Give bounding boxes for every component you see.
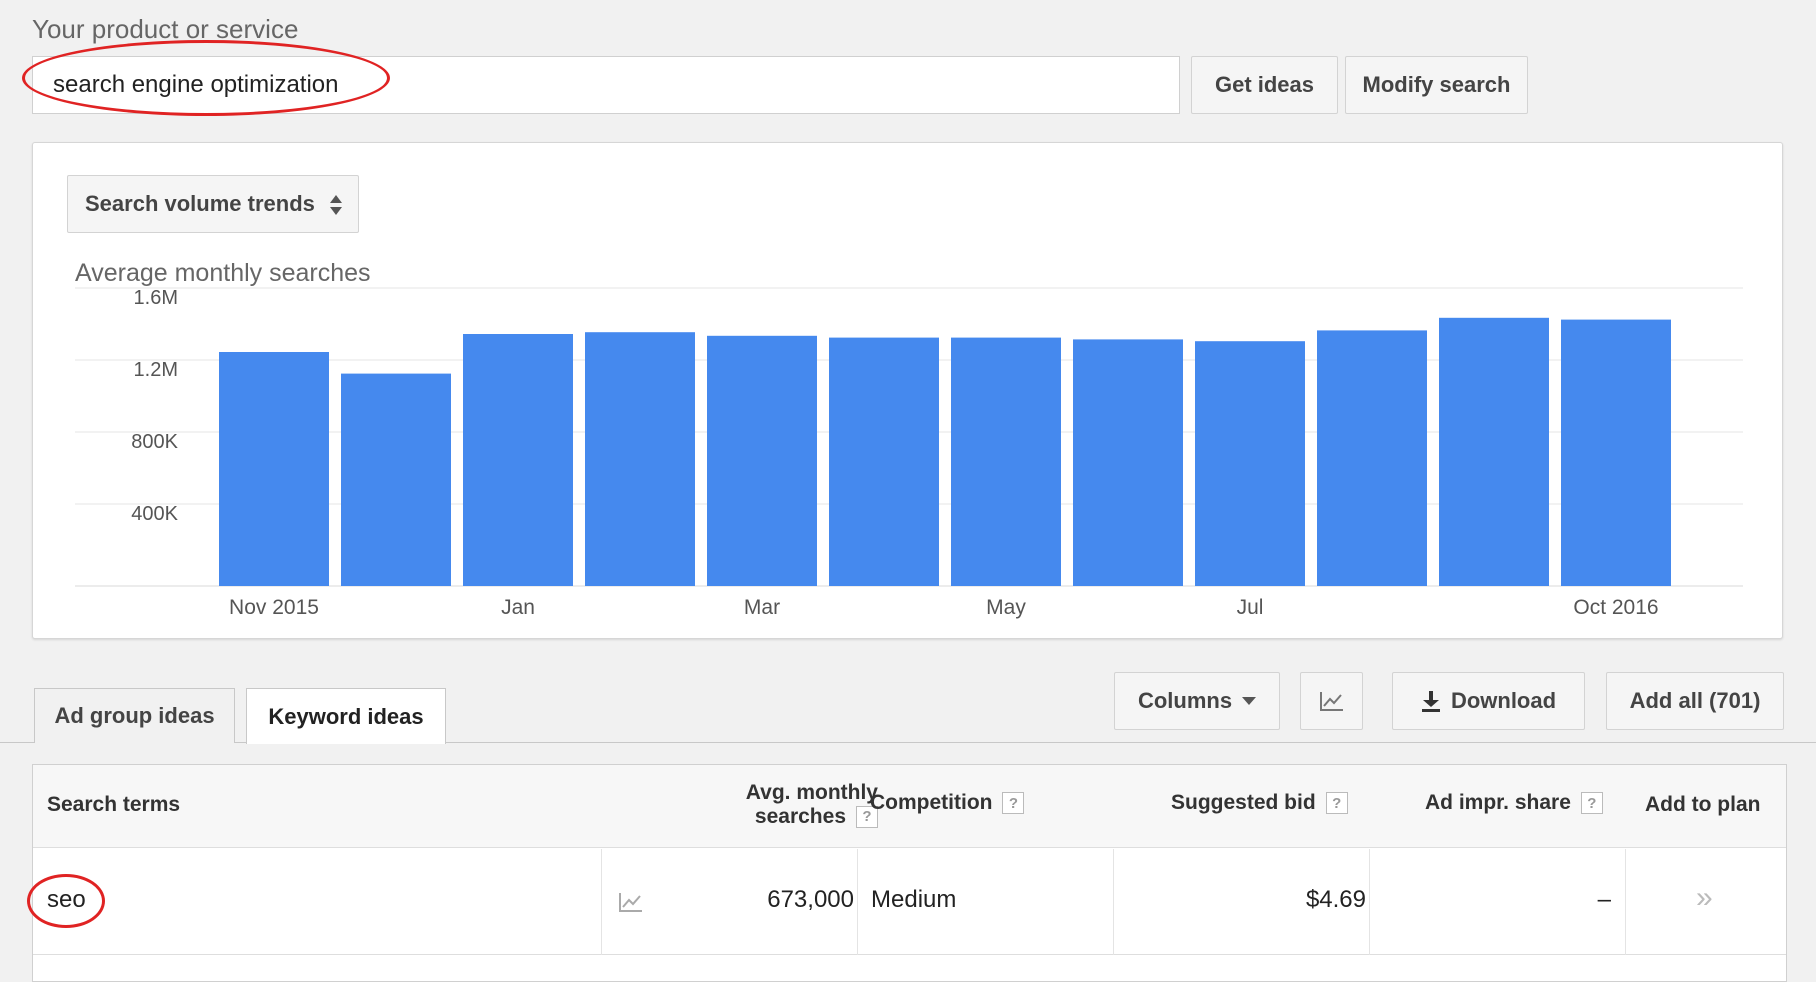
trend-chart-icon[interactable] [618,891,644,913]
header-suggested-bid-label: Suggested bid [1171,791,1316,814]
help-icon-suggested-bid[interactable]: ? [1325,792,1348,814]
keyword-ideas-table: Search terms Avg. monthly searches ? Com… [27,764,1787,982]
header-avg-monthly-searches[interactable]: Avg. monthly searches ? [673,781,878,829]
cell-divider [857,849,858,955]
bar [219,352,329,586]
x-tick-label: Jan [501,596,535,619]
header-ad-impr-share[interactable]: Ad impr. share ? [1425,791,1603,815]
header-search-terms[interactable]: Search terms [47,793,180,817]
avg-monthly-searches-value: 673,000 [767,886,854,913]
cell-divider [601,849,602,955]
caret-down-icon [1242,697,1257,705]
header-suggested-bid[interactable]: Suggested bid ? [1171,791,1348,815]
product-service-label: Your product or service [32,14,299,44]
y-tick-label: 1.2M [134,359,178,381]
help-icon-ad-impr-share[interactable]: ? [1580,792,1603,814]
bar [1439,317,1549,586]
header-ad-impr-share-label: Ad impr. share [1425,791,1571,814]
header-competition[interactable]: Competition ? [870,791,1025,815]
tab-keyword-ideas-label: Keyword ideas [268,703,424,729]
header-add-to-plan: Add to plan [1645,793,1760,817]
tab-ad-group-ideas[interactable]: Ad group ideas [34,688,235,743]
modify-search-button[interactable]: Modify search [1345,56,1528,114]
cell-divider [1369,849,1370,955]
header-search-terms-label: Search terms [47,793,181,816]
y-tick-label: 400K [131,503,178,525]
bar [1317,330,1427,586]
x-tick-label: Oct 2016 [1573,596,1658,619]
bar [1073,339,1183,586]
get-ideas-button[interactable]: Get ideas [1191,56,1338,114]
line-chart-icon [1319,692,1343,711]
y-tick-label: 1.6M [134,287,178,309]
product-search-input[interactable] [32,56,1180,114]
bar [585,332,695,586]
bar [463,334,573,586]
bar [707,335,817,586]
x-tick-label: Jul [1237,596,1264,619]
columns-button[interactable]: Columns [1114,672,1280,730]
table-row: seo 673,000 Medium $4.69 – » [27,849,1786,955]
x-tick-label: May [986,596,1026,619]
bar [341,373,451,586]
suggested-bid-value: $4.69 [1305,886,1366,913]
cell-divider [1625,849,1626,955]
y-tick-label: 800K [131,431,178,453]
tab-keyword-ideas[interactable]: Keyword ideas [246,688,446,744]
get-ideas-label: Get ideas [1214,72,1315,97]
tab-ad-group-ideas-label: Ad group ideas [54,703,215,728]
help-icon-competition[interactable]: ? [1002,792,1025,814]
header-avg-monthly-line2-wrap: searches ? [673,805,878,829]
table-header: Search terms Avg. monthly searches ? Com… [33,765,1786,848]
add-all-label: Add all (701) [1629,688,1761,713]
bar [829,337,939,586]
cell-divider [1113,849,1114,955]
bar [951,337,1061,586]
average-monthly-searches-chart: 400K 800K 1.2M 1.6M Nov 2015 Jan Mar May Jul Oct … [75,287,1743,619]
x-tick-label: Mar [744,596,780,619]
header-avg-monthly-line1: Avg. monthly [745,781,878,804]
header-competition-label: Competition [870,791,993,814]
add-all-button[interactable]: Add all (701) [1606,672,1784,730]
download-icon [1421,691,1440,712]
search-term-cell: seo [47,886,86,913]
download-label: Download [1450,688,1557,713]
header-avg-monthly-line2: searches [754,805,846,828]
bar [1561,319,1671,586]
add-to-plan-button[interactable]: » [1696,881,1713,915]
chart-toggle-button[interactable] [1300,672,1363,730]
competition-value: Medium [871,886,957,913]
x-tick-label: Nov 2015 [229,596,319,619]
download-button[interactable]: Download [1392,672,1585,730]
header-add-to-plan-label: Add to plan [1645,793,1761,816]
bar [1195,341,1305,586]
search-volume-panel: Search volume trends Average monthly sea… [32,142,1783,639]
ad-impr-share-value: – [1597,886,1611,913]
columns-label: Columns [1137,688,1233,713]
modify-search-label: Modify search [1362,72,1511,97]
